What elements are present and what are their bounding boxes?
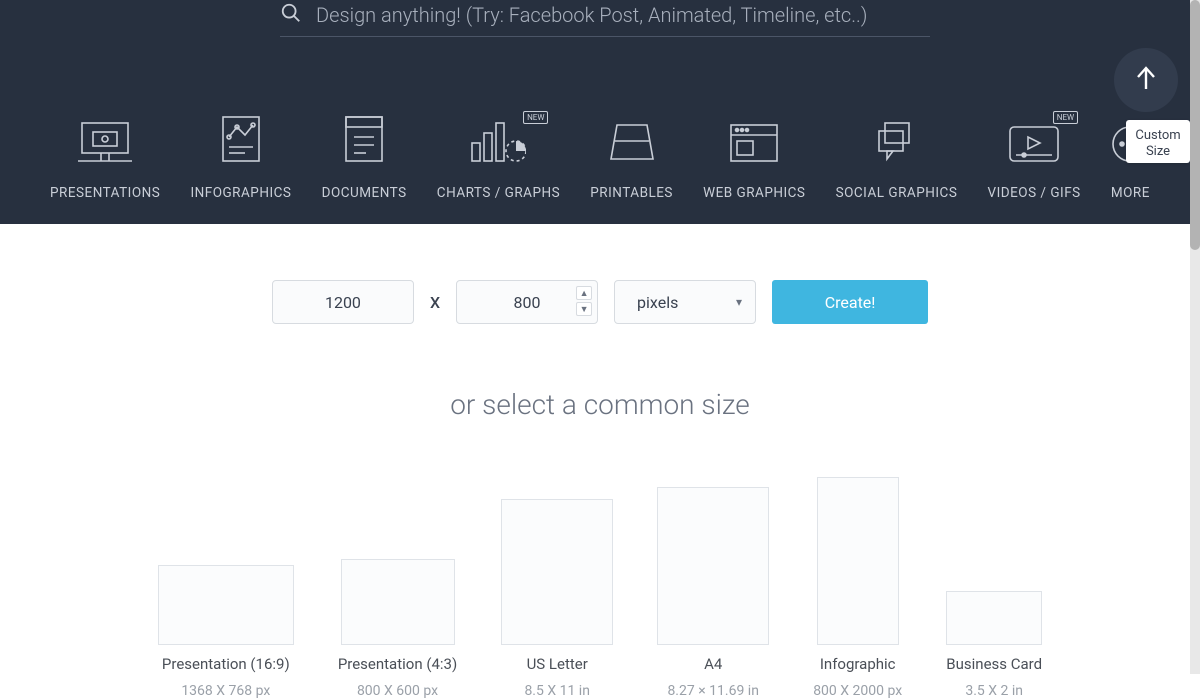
category-videos[interactable]: NEW VIDEOS / GIFS [987,115,1080,201]
category-label: PRINTABLES [590,185,673,201]
search-bar[interactable] [280,0,930,37]
size-option[interactable]: US Letter 8.5 X 11 in [501,499,613,699]
size-name: Presentation (4:3) [338,655,457,673]
size-name: Infographic [820,655,896,673]
documents-icon [344,115,384,163]
size-option[interactable]: A4 8.27 × 11.69 in [657,487,769,699]
custom-size-tab[interactable]: Custom Size [1126,120,1190,163]
category-label: SOCIAL GRAPHICS [836,185,958,201]
create-button[interactable]: Create! [772,280,928,324]
size-dimensions: 8.27 × 11.69 in [667,683,759,699]
custom-size-label: Custom [1130,128,1186,144]
scrollbar[interactable] [1190,0,1200,674]
category-label: INFOGRAPHICS [190,185,291,201]
size-name: US Letter [527,655,588,673]
size-thumbnail [946,591,1042,645]
web-icon [729,115,779,163]
common-sizes-row: Presentation (16:9)1368 X 768 pxPresenta… [0,477,1200,699]
size-name: Presentation (16:9) [162,655,290,673]
infographics-icon [221,115,261,163]
arrow-up-icon [1135,65,1157,95]
dimension-separator: X [430,293,440,312]
scrollbar-thumb[interactable] [1190,0,1200,250]
video-icon: NEW [1008,115,1060,163]
size-name: A4 [704,655,722,673]
width-input[interactable] [272,280,414,324]
size-dimensions: 1368 X 768 px [181,683,270,699]
new-badge: NEW [1053,111,1078,124]
size-thumbnail [158,565,294,645]
size-dimensions: 8.5 X 11 in [524,683,590,699]
stepper-up-icon[interactable]: ▲ [576,286,592,300]
category-infographics[interactable]: INFOGRAPHICS [190,115,291,201]
unit-select[interactable] [614,280,756,324]
category-label: WEB GRAPHICS [703,185,805,201]
size-dimensions: 800 X 2000 px [813,683,902,699]
category-label: DOCUMENTS [322,185,407,201]
size-option[interactable]: Presentation (16:9) 1368 X 768 px [158,565,294,699]
category-label: PRESENTATIONS [50,185,160,201]
presentations-icon [78,115,132,163]
size-name: Business Card [946,655,1042,673]
scroll-to-top-button[interactable] [1114,48,1178,112]
custom-size-label: Size [1130,144,1186,160]
height-stepper[interactable]: ▲ ▼ [576,286,592,316]
stepper-down-icon[interactable]: ▼ [576,302,592,316]
header: PRESENTATIONS INFOGRAPHICS [0,0,1200,224]
category-documents[interactable]: DOCUMENTS [322,115,407,201]
category-label: VIDEOS / GIFS [987,185,1080,201]
category-label: CHARTS / GRAPHS [437,185,560,201]
category-label: MORE [1111,185,1150,201]
search-input[interactable] [316,3,930,27]
size-option[interactable]: Presentation (4:3) 800 X 600 px [338,559,457,699]
category-web-graphics[interactable]: WEB GRAPHICS [703,115,805,201]
size-thumbnail [501,499,613,645]
size-thumbnail [341,559,455,645]
size-thumbnail [817,477,899,645]
new-badge: NEW [523,111,548,124]
size-dimensions: 800 X 600 px [357,683,438,699]
category-printables[interactable]: PRINTABLES [590,115,673,201]
printables-icon [609,115,655,163]
category-row: PRESENTATIONS INFOGRAPHICS [0,115,1200,201]
dimensions-row: X ▲ ▼ ▾ Create! [0,280,1200,324]
category-social-graphics[interactable]: SOCIAL GRAPHICS [836,115,958,201]
size-option[interactable]: Business Card 3.5 X 2 in [946,591,1042,699]
category-charts[interactable]: NEW CHARTS / GRAPHS [437,115,560,201]
size-dimensions: 3.5 X 2 in [965,683,1023,699]
search-icon [280,2,302,28]
size-thumbnail [657,487,769,645]
social-icon [873,115,919,163]
category-presentations[interactable]: PRESENTATIONS [50,115,160,201]
size-option[interactable]: Infographic 800 X 2000 px [813,477,902,699]
charts-icon: NEW [470,115,526,163]
or-common-size-title: or select a common size [0,388,1200,421]
